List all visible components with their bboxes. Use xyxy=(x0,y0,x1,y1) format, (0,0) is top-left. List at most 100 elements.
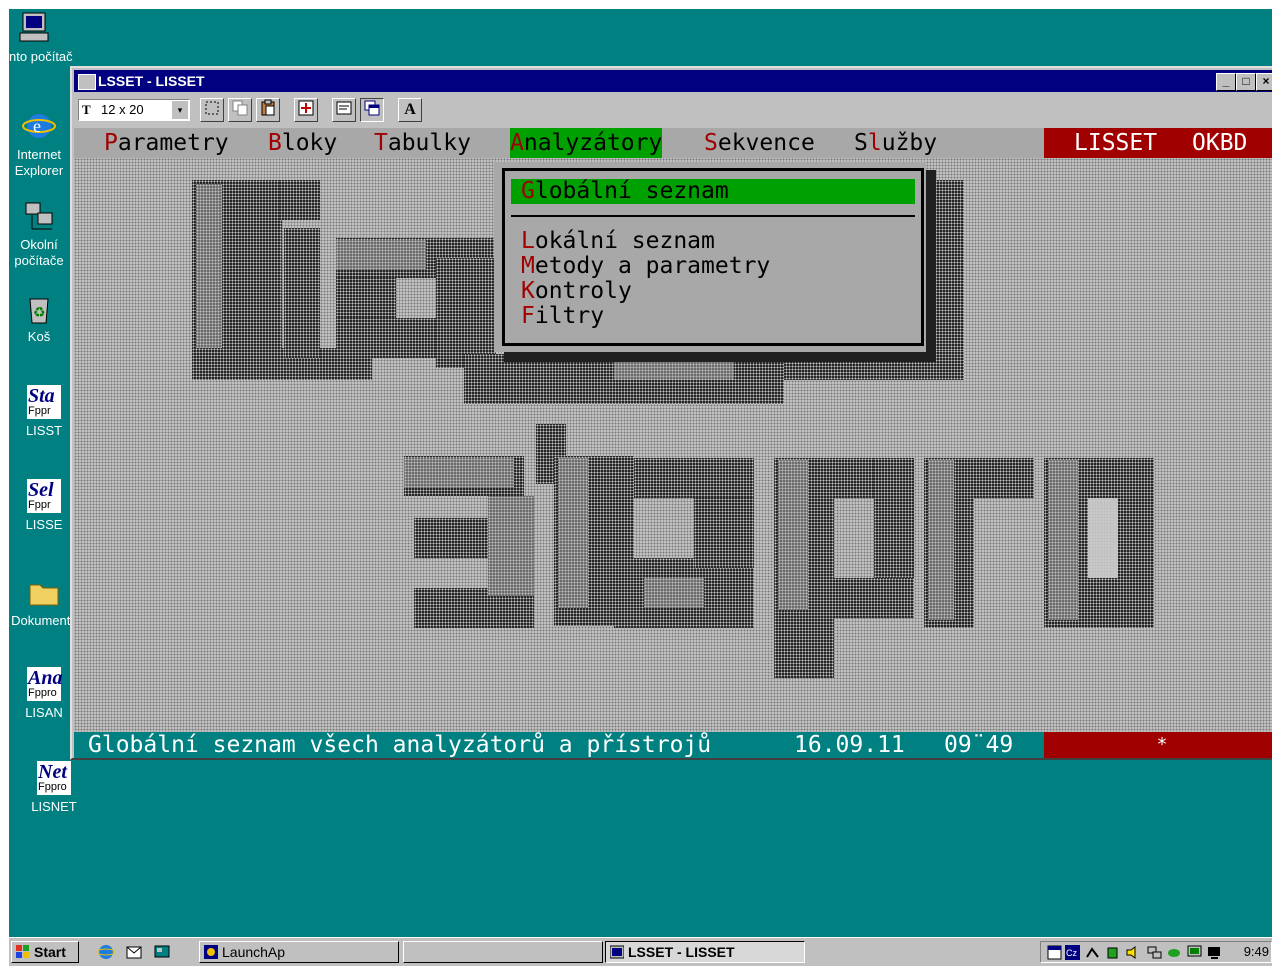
paste-button[interactable] xyxy=(256,98,280,122)
start-button[interactable]: Start xyxy=(11,941,79,963)
tray-scheduler-icon[interactable] xyxy=(1047,945,1062,960)
window-toolbar: T 12 x 20 ▾ A xyxy=(74,94,1272,126)
background-icon xyxy=(364,100,380,116)
desktop-icon-label: LISST xyxy=(25,423,63,438)
dropdown-separator xyxy=(511,215,915,217)
logo-block xyxy=(1088,498,1118,578)
menu-parametry[interactable]: Parametry xyxy=(104,128,229,158)
desktop-icon-label: LISAN xyxy=(25,705,63,720)
logo-block xyxy=(694,498,754,568)
outlook-express-icon[interactable] xyxy=(125,943,143,961)
menu-analyzatory[interactable]: Analyzátory xyxy=(510,128,663,158)
menu-bloky[interactable]: Bloky xyxy=(268,128,337,158)
desktop-icon-label: Okolní počítače xyxy=(14,237,64,268)
desktop-icon-label: LISNET xyxy=(31,799,77,814)
desktop-icon-label: Tento počítač xyxy=(9,49,73,64)
desktop-icon-label: LISSE xyxy=(25,517,63,532)
logo-block xyxy=(778,460,808,610)
desktop-icon-documents[interactable]: Dokumenty xyxy=(9,575,79,629)
desktop-icon-label: Koš xyxy=(27,329,51,344)
logo-block xyxy=(614,360,734,380)
status-message: Globální seznam všech analyzátorů a přís… xyxy=(88,732,712,758)
volume-icon[interactable] xyxy=(1125,945,1140,960)
taskbar-empty-button[interactable] xyxy=(403,941,603,963)
folder-icon xyxy=(27,575,61,609)
windows-logo-icon xyxy=(16,945,29,958)
dropdown-item-lokalni-seznam[interactable]: Lokální seznam xyxy=(521,229,715,254)
properties-button[interactable] xyxy=(332,98,356,122)
menu-tabulky[interactable]: Tabulky xyxy=(374,128,471,158)
brand-okbd: OKBD xyxy=(1192,130,1248,156)
desktop-icon-lisan[interactable]: Ana Fppro LISAN xyxy=(19,667,69,721)
window-titlebar[interactable]: LSSET - LISSET _ □ × xyxy=(74,70,1272,92)
minimize-button[interactable]: _ xyxy=(1216,73,1236,91)
console-status-bar: Globální seznam všech analyzátorů a přís… xyxy=(74,732,1272,758)
logo-block xyxy=(284,228,320,358)
system-tray: Cz 9:49 xyxy=(1040,941,1272,963)
desktop-icon-lisnet[interactable]: Net Fppro LISNET xyxy=(14,761,94,815)
dropdown-item-filtry[interactable]: Filtry xyxy=(521,304,604,329)
taskbar-lsset[interactable]: LSSET - LISSET xyxy=(605,941,805,963)
window-title: LSSET - LISSET xyxy=(98,73,205,89)
desktop-icon-my-computer[interactable]: Tento počítač xyxy=(9,11,74,65)
desktop-icon-network[interactable]: Okolní počítače xyxy=(9,199,69,269)
desktop-icon-internet-explorer[interactable]: e Internet Explorer xyxy=(9,109,69,179)
taskbar: Start LaunchAp LSSET - LISSET Cz 9:49 xyxy=(9,937,1272,966)
brand-lisset: LISSET xyxy=(1074,130,1158,156)
computer-icon xyxy=(17,11,51,45)
copy-button[interactable] xyxy=(228,98,252,122)
desktop-icon-lisst[interactable]: Sta Fppr LISST xyxy=(19,385,69,439)
lisnet-shortcut-icon: Net Fppro xyxy=(37,761,71,795)
console-menu-bar: Parametry Bloky Tabulky Analyzátory Sekv… xyxy=(74,128,1272,158)
internet-explorer-icon[interactable] xyxy=(97,943,115,961)
analyzatory-dropdown: Globální seznam Lokální seznam Metody a … xyxy=(494,162,926,352)
close-button[interactable]: × xyxy=(1256,73,1272,91)
dropdown-shadow xyxy=(504,352,936,362)
desktop-icon-recycle-bin[interactable]: ♻ Koš xyxy=(9,291,69,345)
tray-keyboard-cz-icon[interactable]: Cz xyxy=(1065,945,1080,960)
launchap-icon xyxy=(204,945,218,959)
taskbar-clock[interactable]: 9:49 xyxy=(1244,942,1269,962)
maximize-button[interactable]: □ xyxy=(1236,73,1256,91)
paste-icon xyxy=(261,99,275,116)
tray-network-connection-icon[interactable] xyxy=(1147,945,1162,960)
logo-block xyxy=(404,458,514,488)
chevron-down-icon[interactable]: ▾ xyxy=(171,101,188,119)
fullscreen-button[interactable] xyxy=(294,98,318,122)
lisst-shortcut-icon: Sta Fppr xyxy=(27,385,61,419)
lisse-shortcut-icon: Sel Fppr xyxy=(27,479,61,513)
desktop-icon-label: Internet Explorer xyxy=(14,147,64,178)
svg-text:Cz: Cz xyxy=(1066,948,1077,958)
dropdown-item-globalni-seznam[interactable]: Globální seznam xyxy=(521,179,729,204)
show-desktop-icon[interactable] xyxy=(153,943,171,961)
menu-sekvence[interactable]: Sekvence xyxy=(704,128,815,158)
desktop-icon-label: Dokumenty xyxy=(11,613,77,628)
logo-block xyxy=(634,458,754,498)
menu-sluzby[interactable]: Služby xyxy=(854,128,937,158)
font-size-select[interactable]: T 12 x 20 ▾ xyxy=(78,99,190,121)
taskbar-launchap[interactable]: LaunchAp xyxy=(199,941,399,963)
status-date: 16.09.11 xyxy=(794,732,905,758)
tray-security-icon[interactable] xyxy=(1105,945,1120,960)
window-app-icon[interactable] xyxy=(78,74,96,90)
dropdown-frame: Globální seznam Lokální seznam Metody a … xyxy=(502,168,924,346)
brand-box: LISSET OKBD xyxy=(1044,128,1272,158)
tray-display-icon[interactable] xyxy=(1207,945,1222,960)
lisan-shortcut-icon: Ana Fppro xyxy=(27,667,63,701)
status-time: 09¨49 xyxy=(944,732,1014,758)
desktop-icon-lisse[interactable]: Sel Fppr LISSE xyxy=(19,479,69,533)
tray-monitor-icon[interactable] xyxy=(1187,945,1202,960)
dropdown-item-metody-a-parametry[interactable]: Metody a parametry xyxy=(521,254,770,279)
logo-block xyxy=(1048,460,1078,620)
dropdown-item-kontroly[interactable]: Kontroly xyxy=(521,279,632,304)
mark-button[interactable] xyxy=(200,98,224,122)
logo-block xyxy=(558,458,588,608)
font-size-value: 12 x 20 xyxy=(101,102,144,117)
background-button[interactable] xyxy=(360,98,384,122)
svg-text:e: e xyxy=(33,116,41,136)
network-neighborhood-icon xyxy=(22,199,56,233)
tray-network-icon[interactable] xyxy=(1085,945,1100,960)
truetype-font-icon: T xyxy=(82,102,91,117)
font-button[interactable]: A xyxy=(398,98,422,122)
tray-app-icon[interactable] xyxy=(1167,945,1182,960)
